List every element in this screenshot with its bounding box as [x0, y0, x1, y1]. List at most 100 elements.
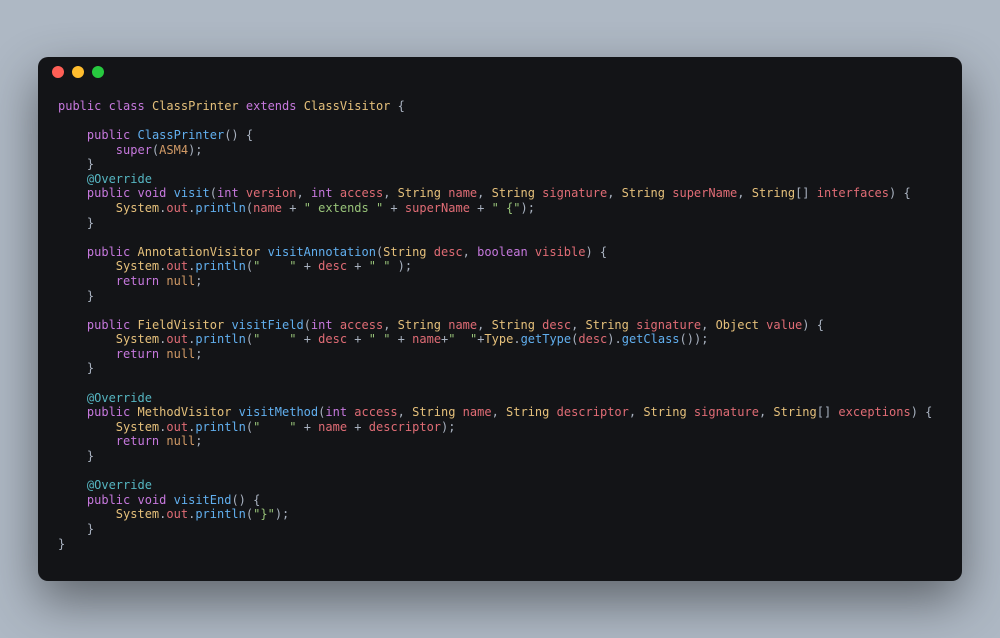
type-name: String	[506, 405, 549, 419]
method-name: visitMethod	[239, 405, 318, 419]
punct: ,	[759, 405, 773, 419]
type-name: FieldVisitor	[138, 318, 225, 332]
param: interfaces	[810, 186, 889, 200]
punct: ;	[195, 434, 202, 448]
punct: ,	[398, 405, 412, 419]
constant: null	[159, 434, 195, 448]
method-name: visitField	[231, 318, 303, 332]
punct: }	[87, 157, 94, 171]
punct: +	[347, 420, 369, 434]
type-name: String	[622, 186, 665, 200]
keyword: void	[138, 186, 167, 200]
type-name: String	[492, 318, 535, 332]
punct: +	[383, 201, 405, 215]
method-name: visitEnd	[174, 493, 232, 507]
code-editor-window: public class ClassPrinter extends ClassV…	[38, 57, 962, 581]
param: name	[441, 186, 477, 200]
method-name: visit	[174, 186, 210, 200]
window-titlebar	[38, 57, 962, 87]
keyword: int	[325, 405, 347, 419]
field: name	[412, 332, 441, 346]
field: desc	[578, 332, 607, 346]
punct: +	[347, 259, 369, 273]
field: out	[166, 201, 188, 215]
string: " "	[448, 332, 477, 346]
type-name: String	[586, 318, 629, 332]
type-name: System	[116, 420, 159, 434]
type-name: String	[398, 186, 441, 200]
punct: ) {	[911, 405, 933, 419]
punct: ,	[383, 318, 397, 332]
method-call: println	[195, 332, 246, 346]
keyword: public	[87, 318, 130, 332]
keyword: int	[311, 318, 333, 332]
type-name: Object	[716, 318, 759, 332]
param: desc	[427, 245, 463, 259]
keyword: class	[109, 99, 145, 113]
punct: (	[304, 318, 311, 332]
param: name	[455, 405, 491, 419]
punct: ,	[477, 318, 491, 332]
keyword: public	[87, 493, 130, 507]
punct: );	[521, 201, 535, 215]
field: out	[166, 332, 188, 346]
type-name: ClassVisitor	[304, 99, 391, 113]
keyword: return	[116, 434, 159, 448]
keyword: void	[138, 493, 167, 507]
punct: );	[441, 420, 455, 434]
field: descriptor	[369, 420, 441, 434]
keyword: int	[217, 186, 239, 200]
type-name: AnnotationVisitor	[138, 245, 261, 259]
punct: ;	[195, 274, 202, 288]
punct: []	[795, 186, 809, 200]
keyword: boolean	[477, 245, 528, 259]
close-icon[interactable]	[52, 66, 64, 78]
punct: ,	[737, 186, 751, 200]
keyword: return	[116, 347, 159, 361]
punct: }	[58, 537, 65, 551]
string: " "	[253, 420, 296, 434]
type-name: String	[773, 405, 816, 419]
punct: +	[296, 332, 318, 346]
keyword: public	[87, 405, 130, 419]
param: access	[347, 405, 398, 419]
minimize-icon[interactable]	[72, 66, 84, 78]
keyword: public	[87, 128, 130, 142]
param: desc	[535, 318, 571, 332]
zoom-icon[interactable]	[92, 66, 104, 78]
punct: () {	[224, 128, 253, 142]
type-name: String	[643, 405, 686, 419]
punct: }	[87, 522, 94, 536]
param: access	[333, 186, 384, 200]
punct: +	[296, 259, 318, 273]
type-name: String	[492, 186, 535, 200]
punct: }	[87, 216, 94, 230]
punct: ) {	[585, 245, 607, 259]
punct: ,	[463, 245, 477, 259]
punct: ,	[477, 186, 491, 200]
param: visible	[528, 245, 586, 259]
method-call: println	[195, 259, 246, 273]
punct: +	[390, 332, 412, 346]
method-call: println	[195, 420, 246, 434]
keyword: super	[116, 143, 152, 157]
type-name: System	[116, 507, 159, 521]
punct: );	[275, 507, 289, 521]
string: " extends "	[304, 201, 383, 215]
type-name: System	[116, 259, 159, 273]
type-name: System	[116, 201, 159, 215]
param: signature	[629, 318, 701, 332]
param: value	[759, 318, 802, 332]
punct: ,	[296, 186, 310, 200]
punct: }	[87, 289, 94, 303]
punct: ,	[607, 186, 621, 200]
param: access	[333, 318, 384, 332]
annotation: @Override	[87, 478, 152, 492]
punct: +	[347, 332, 369, 346]
constant: null	[159, 274, 195, 288]
punct: }	[87, 361, 94, 375]
field: desc	[318, 332, 347, 346]
method-call: println	[195, 201, 246, 215]
string: "}"	[253, 507, 275, 521]
constructor-name: ClassPrinter	[138, 128, 225, 142]
